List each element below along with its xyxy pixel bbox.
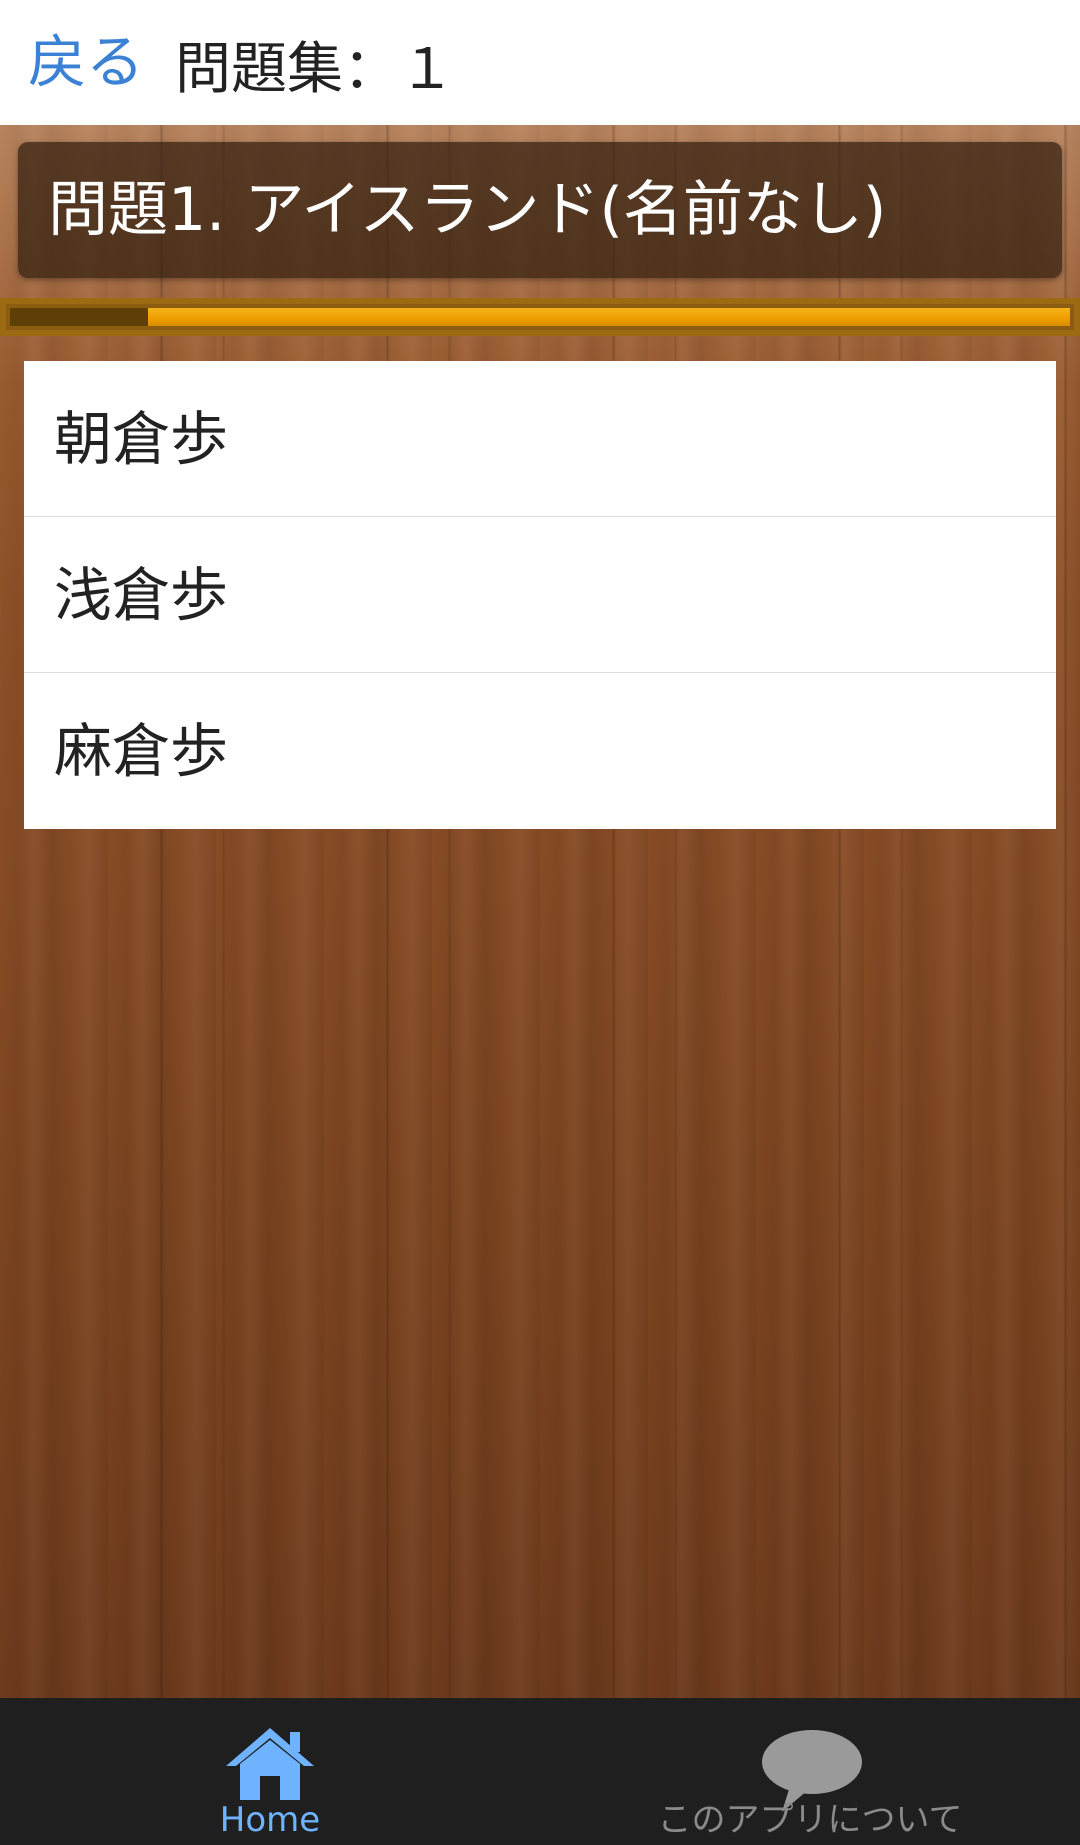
header: 戻る 問題集：１ [0, 0, 1080, 125]
back-button[interactable]: 戻る [28, 22, 144, 102]
bottom-nav: Home このアプリについて [0, 1698, 1080, 1845]
answer-list: 朝倉歩 浅倉歩 麻倉歩 [24, 361, 1056, 829]
answer-option-1[interactable]: 朝倉歩 [24, 361, 1056, 517]
nav-label-home: Home [219, 1800, 321, 1840]
answer-option-3[interactable]: 麻倉歩 [24, 673, 1056, 829]
nav-item-home[interactable]: Home [170, 1698, 370, 1845]
nav-item-about[interactable]: このアプリについて [620, 1698, 1000, 1845]
answer-label: 浅倉歩 [54, 561, 229, 629]
answer-label: 朝倉歩 [54, 405, 229, 473]
progress-track [10, 308, 1070, 326]
answer-option-2[interactable]: 浅倉歩 [24, 517, 1056, 673]
nav-label-about: このアプリについて [657, 1800, 963, 1840]
answer-label: 麻倉歩 [54, 717, 229, 785]
page-title: 問題集：１ [175, 37, 455, 102]
progress-bar [0, 298, 1080, 336]
progress-fill [10, 308, 148, 326]
question-bar: 問題1. アイスランド(名前なし) [18, 142, 1062, 278]
question-text: 問題1. アイスランド(名前なし) [48, 175, 887, 245]
home-icon [226, 1728, 314, 1800]
